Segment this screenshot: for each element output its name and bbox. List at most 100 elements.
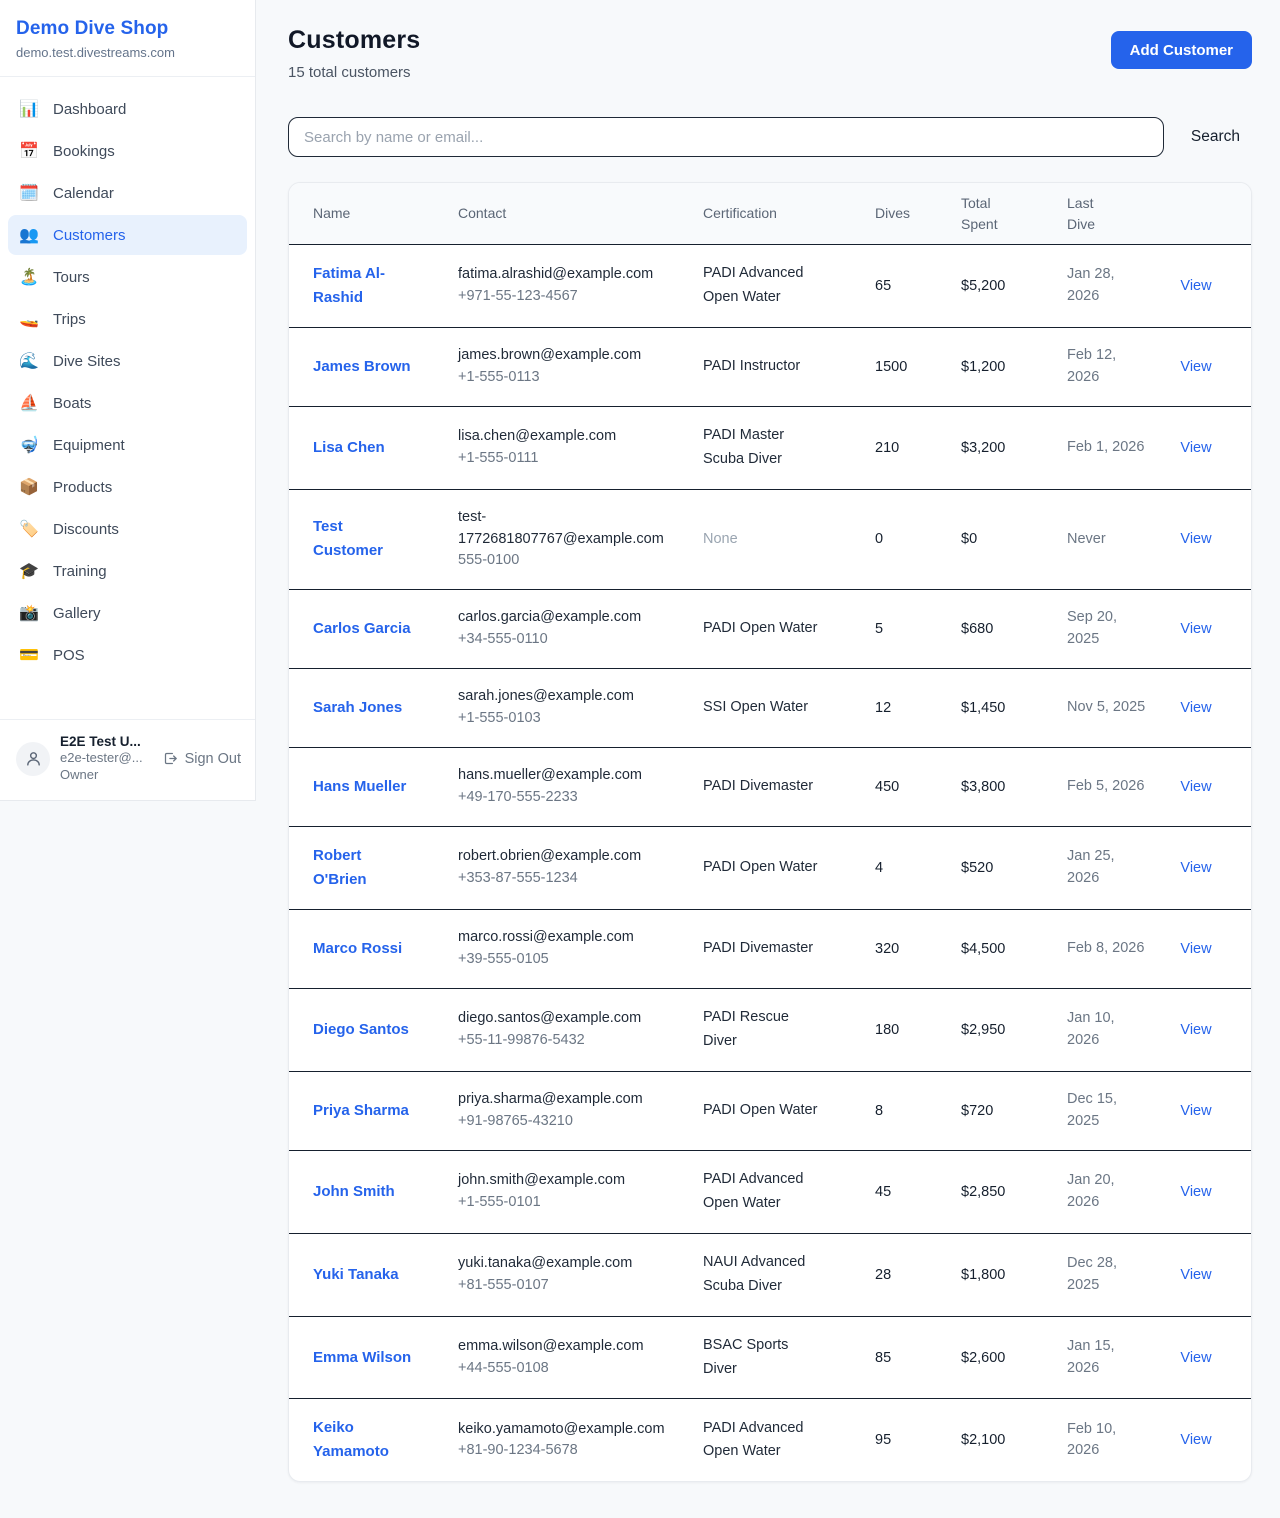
customer-last-dive: Jan 28, 2026 <box>1067 264 1149 308</box>
sidebar-item-discounts[interactable]: 🏷️ Discounts <box>8 509 247 549</box>
customer-contact: carlos.garcia@example.com +34-555-0110 <box>458 607 672 651</box>
sidebar-item-trips[interactable]: 🚤 Trips <box>8 299 247 339</box>
customer-last-dive: Never <box>1067 529 1149 551</box>
customer-name-link[interactable]: Keiko Yamamoto <box>313 1416 415 1464</box>
shop-domain: demo.test.divestreams.com <box>16 45 239 60</box>
customer-name-link[interactable]: Sarah Jones <box>313 696 415 720</box>
view-link[interactable]: View <box>1165 531 1227 547</box>
customer-contact: john.smith@example.com +1-555-0101 <box>458 1170 672 1214</box>
customer-name-link[interactable]: Carlos Garcia <box>313 617 415 641</box>
sidebar-item-gallery[interactable]: 📸 Gallery <box>8 593 247 633</box>
view-link[interactable]: View <box>1165 1432 1227 1448</box>
customer-last-dive: Sep 20, 2025 <box>1067 607 1149 651</box>
customer-name-link[interactable]: Hans Mueller <box>313 775 415 799</box>
view-link[interactable]: View <box>1165 941 1227 957</box>
customer-name-link[interactable]: Yuki Tanaka <box>313 1263 415 1287</box>
customer-name-link[interactable]: Marco Rossi <box>313 937 415 961</box>
customer-name-link[interactable]: James Brown <box>313 355 415 379</box>
view-link[interactable]: View <box>1165 440 1227 456</box>
customer-email: keiko.yamamoto@example.com <box>458 1419 672 1441</box>
customer-total-spent: $520 <box>961 860 1051 876</box>
table-row: Carlos Garcia carlos.garcia@example.com … <box>289 589 1251 668</box>
sidebar-item-tours[interactable]: 🏝️ Tours <box>8 257 247 297</box>
table-row: Marco Rossi marco.rossi@example.com +39-… <box>289 909 1251 988</box>
customer-email: emma.wilson@example.com <box>458 1336 672 1358</box>
add-customer-button[interactable]: Add Customer <box>1111 31 1252 69</box>
customer-certification: NAUI Advanced Scuba Diver <box>703 1251 821 1299</box>
sidebar-item-dashboard[interactable]: 📊 Dashboard <box>8 89 247 129</box>
customer-phone: +1-555-0113 <box>458 367 672 389</box>
sidebar-item-dive-sites[interactable]: 🌊 Dive Sites <box>8 341 247 381</box>
column-header-dives: Dives <box>875 203 945 223</box>
sidebar-item-equipment[interactable]: 🤿 Equipment <box>8 425 247 465</box>
search-input[interactable] <box>288 117 1164 157</box>
search-row: Search <box>288 117 1252 157</box>
sidebar-item-bookings[interactable]: 📅 Bookings <box>8 131 247 171</box>
customer-certification: PADI Advanced Open Water <box>703 1417 821 1465</box>
customer-dives: 95 <box>875 1432 945 1448</box>
customer-name-link[interactable]: John Smith <box>313 1180 415 1204</box>
view-link[interactable]: View <box>1165 1350 1227 1366</box>
customer-name-link[interactable]: Test Customer <box>313 515 415 563</box>
view-link[interactable]: View <box>1165 1022 1227 1038</box>
view-link[interactable]: View <box>1165 779 1227 795</box>
view-link[interactable]: View <box>1165 700 1227 716</box>
column-header-contact: Contact <box>458 203 687 223</box>
training-icon: 🎓 <box>18 561 40 581</box>
customer-last-dive: Feb 1, 2026 <box>1067 437 1149 459</box>
customer-contact: robert.obrien@example.com +353-87-555-12… <box>458 846 672 890</box>
view-link[interactable]: View <box>1165 860 1227 876</box>
customer-certification: PADI Master Scuba Diver <box>703 424 821 472</box>
sign-out-label: Sign Out <box>185 751 241 767</box>
view-link[interactable]: View <box>1165 1103 1227 1119</box>
customer-name-link[interactable]: Lisa Chen <box>313 436 415 460</box>
customer-total-spent: $2,100 <box>961 1432 1051 1448</box>
customer-certification: PADI Instructor <box>703 355 821 379</box>
view-link[interactable]: View <box>1165 621 1227 637</box>
table-body: Fatima Al-Rashid fatima.alrashid@example… <box>289 245 1251 1481</box>
customer-name-link[interactable]: Fatima Al-Rashid <box>313 262 415 310</box>
customer-name-link[interactable]: Robert O'Brien <box>313 844 415 892</box>
user-icon <box>25 750 42 767</box>
table-row: James Brown james.brown@example.com +1-5… <box>289 327 1251 406</box>
column-header-name: Name <box>313 203 442 223</box>
view-link[interactable]: View <box>1165 359 1227 375</box>
customer-name-link[interactable]: Priya Sharma <box>313 1099 415 1123</box>
customer-total-spent: $1,200 <box>961 359 1051 375</box>
customer-contact: diego.santos@example.com +55-11-99876-54… <box>458 1008 672 1052</box>
customer-email: test-1772681807767@example.com <box>458 507 672 551</box>
customer-name-link[interactable]: Diego Santos <box>313 1018 415 1042</box>
customer-phone: +1-555-0111 <box>458 448 672 470</box>
sidebar-nav: 📊 Dashboard 📅 Bookings 🗓️ Calendar 👥 Cus… <box>0 77 255 719</box>
customer-email: lisa.chen@example.com <box>458 426 672 448</box>
pos-icon: 💳 <box>18 645 40 665</box>
customer-total-spent: $720 <box>961 1103 1051 1119</box>
sidebar-item-customers[interactable]: 👥 Customers <box>8 215 247 255</box>
view-link[interactable]: View <box>1165 1184 1227 1200</box>
customer-last-dive: Feb 5, 2026 <box>1067 776 1149 798</box>
customer-phone: +971-55-123-4567 <box>458 286 672 308</box>
customer-last-dive: Jan 20, 2026 <box>1067 1170 1149 1214</box>
customer-certification: PADI Open Water <box>703 856 821 880</box>
sidebar-item-training[interactable]: 🎓 Training <box>8 551 247 591</box>
customer-last-dive: Jan 15, 2026 <box>1067 1336 1149 1380</box>
customer-last-dive: Feb 8, 2026 <box>1067 938 1149 960</box>
customer-last-dive: Feb 10, 2026 <box>1067 1419 1149 1463</box>
view-link[interactable]: View <box>1165 1267 1227 1283</box>
sidebar-item-calendar[interactable]: 🗓️ Calendar <box>8 173 247 213</box>
customer-last-dive: Jan 10, 2026 <box>1067 1008 1149 1052</box>
sign-out-button[interactable]: Sign Out <box>163 751 241 767</box>
customer-dives: 0 <box>875 531 945 547</box>
sidebar-item-boats[interactable]: ⛵ Boats <box>8 383 247 423</box>
customer-certification: PADI Divemaster <box>703 775 821 799</box>
view-link[interactable]: View <box>1165 278 1227 294</box>
sidebar-item-pos[interactable]: 💳 POS <box>8 635 247 675</box>
sidebar-item-products[interactable]: 📦 Products <box>8 467 247 507</box>
calendar-icon: 🗓️ <box>18 183 40 203</box>
customer-name-link[interactable]: Emma Wilson <box>313 1346 415 1370</box>
customer-certification: PADI Rescue Diver <box>703 1006 821 1054</box>
table-row: Sarah Jones sarah.jones@example.com +1-5… <box>289 668 1251 747</box>
customer-phone: +39-555-0105 <box>458 949 672 971</box>
customer-contact: test-1772681807767@example.com 555-0100 <box>458 507 672 572</box>
search-button[interactable]: Search <box>1164 128 1252 146</box>
